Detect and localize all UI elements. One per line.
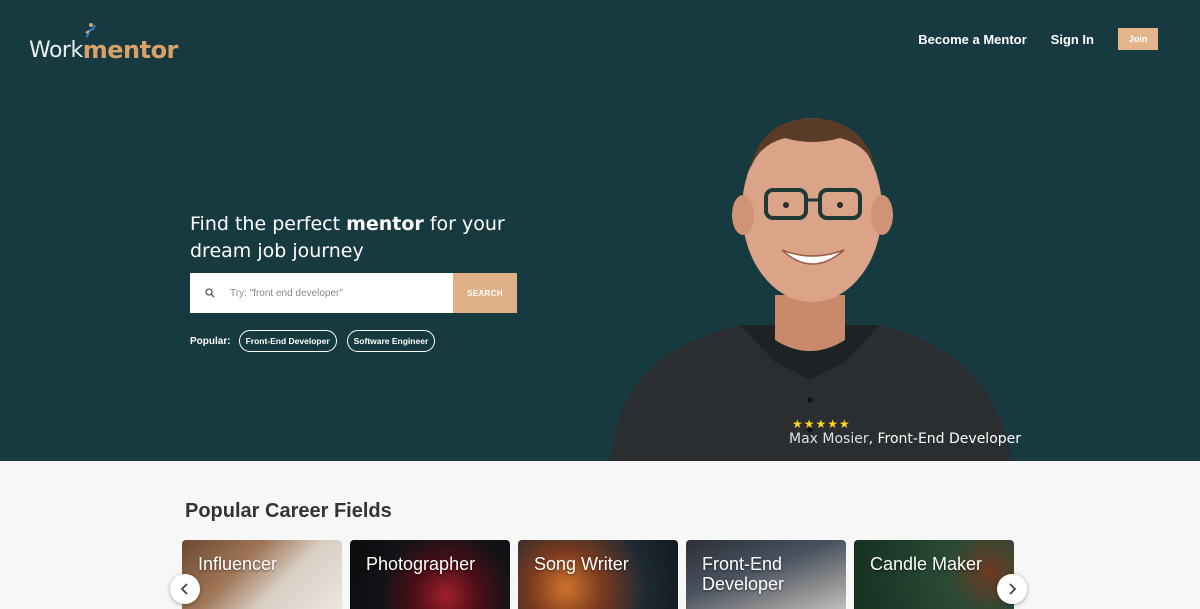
headline-bold: mentor — [346, 213, 424, 235]
career-label-line1: Candle Maker — [870, 554, 983, 574]
career-card-influencer[interactable]: Influencer — [182, 540, 342, 609]
featured-mentor-caption: Max Mosier, Front-End Developer — [789, 431, 1021, 447]
logo-climber-icon — [85, 23, 96, 38]
career-label-line1: Influencer — [198, 554, 278, 574]
career-card-label: Candle Maker — [870, 554, 982, 574]
search-box — [190, 273, 453, 313]
career-label-line2: Developer — [702, 574, 785, 594]
sign-in-link[interactable]: Sign In — [1051, 32, 1094, 47]
rating-stars: ★★★★★ — [792, 417, 851, 431]
career-card-song-writer[interactable]: Song Writer — [518, 540, 678, 609]
popular-label: Popular: — [190, 335, 231, 347]
career-card-photographer[interactable]: Photographer — [350, 540, 510, 609]
top-nav: Become a Mentor Sign In Join — [918, 28, 1158, 50]
search-button[interactable]: SEARCH — [453, 273, 517, 313]
hero-section: Work mentor Become a Mentor Sign In Join … — [0, 0, 1200, 461]
career-fields-title: Popular Career Fields — [185, 500, 392, 522]
logo[interactable]: Work mentor — [29, 22, 178, 62]
career-fields-carousel: Influencer Photographer Song Writer Fron… — [182, 540, 1022, 609]
search-icon — [190, 273, 230, 313]
join-button[interactable]: Join — [1118, 28, 1158, 50]
hero-headline: Find the perfect mentor for your dream j… — [190, 211, 530, 265]
mentor-name: Max Mosier — [789, 431, 869, 447]
career-label-line1: Photographer — [366, 554, 476, 574]
career-card-label: Song Writer — [534, 554, 629, 574]
career-card-front-end-developer[interactable]: Front-End Developer — [686, 540, 846, 609]
career-label-line1: Front-End — [702, 554, 783, 574]
career-label-line1: Song Writer — [534, 554, 629, 574]
chevron-right-icon — [1009, 583, 1017, 595]
logo-mentor-text: mentor — [82, 36, 179, 64]
headline-pre: Find the perfect — [190, 213, 347, 235]
mentor-role: , Front-End Developer — [868, 431, 1022, 447]
career-card-label: Photographer — [366, 554, 475, 574]
chip-software-engineer[interactable]: Software Engineer — [346, 330, 436, 352]
become-mentor-link[interactable]: Become a Mentor — [918, 32, 1026, 47]
search-input[interactable] — [230, 273, 450, 313]
chevron-left-icon — [180, 583, 188, 595]
logo-work-text: Work — [29, 38, 83, 63]
chip-front-end-developer[interactable]: Front-End Developer — [238, 330, 337, 352]
carousel-prev-button[interactable] — [170, 574, 200, 604]
career-card-label: Front-End Developer — [702, 554, 784, 594]
career-card-label: Influencer — [198, 554, 277, 574]
search-bar: SEARCH — [190, 273, 517, 313]
mentor-portrait — [610, 118, 1012, 461]
carousel-next-button[interactable] — [997, 574, 1027, 604]
popular-searches: Popular: Front-End Developer Software En… — [190, 330, 445, 352]
career-card-candle-maker[interactable]: Candle Maker — [854, 540, 1014, 609]
